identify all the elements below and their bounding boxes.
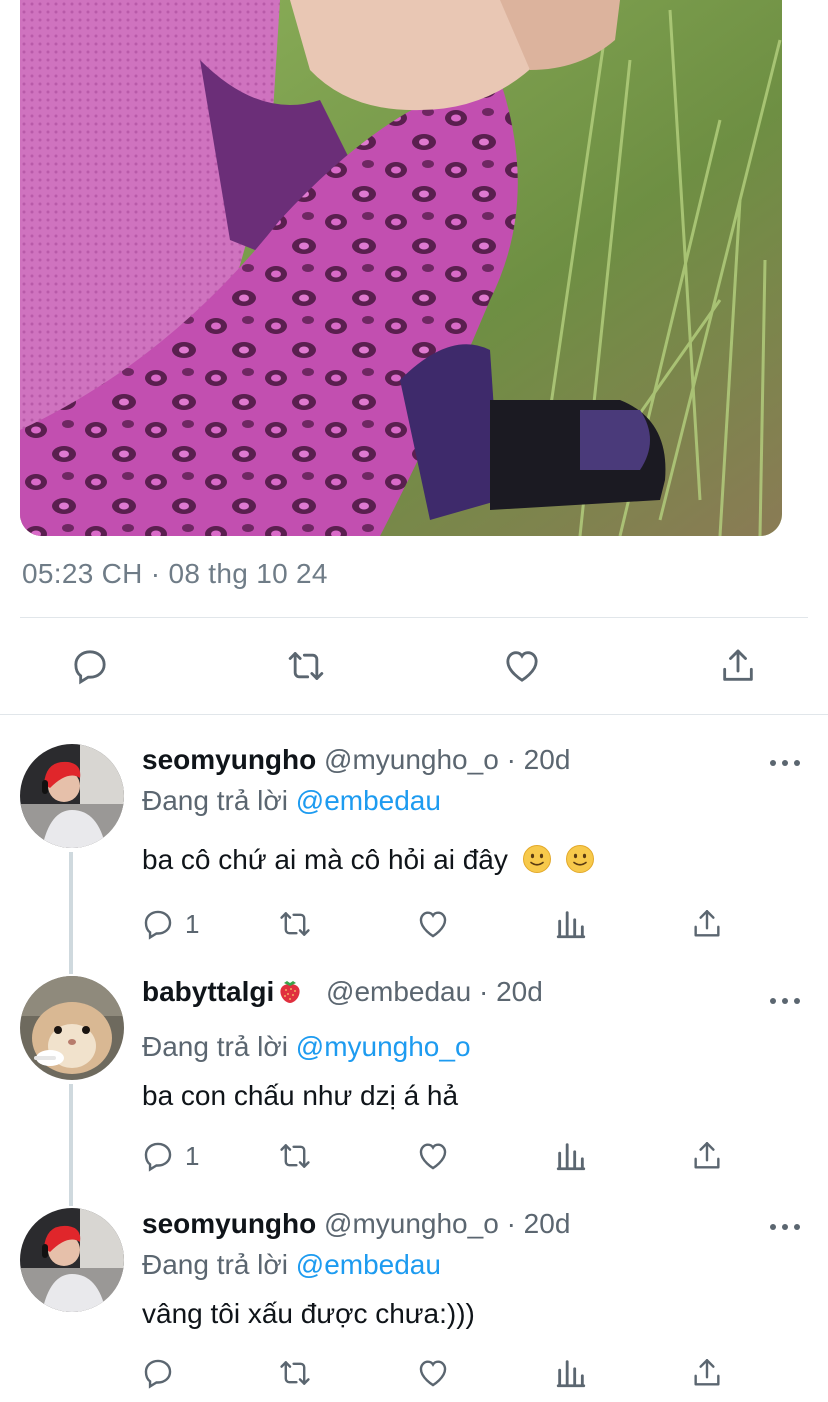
reply-header: seomyungho @myungho_o · 20d: [142, 744, 570, 776]
reply-text: ba con chấu như dzị á hả: [142, 1080, 458, 1112]
reply-text: ba cô chứ ai mà cô hỏi ai đây: [142, 844, 595, 876]
replying-to-label: Đang trả lời: [142, 1249, 288, 1280]
mention-link[interactable]: @myungho_o: [296, 1031, 471, 1062]
views-button[interactable]: [554, 902, 588, 946]
views-button[interactable]: [554, 1134, 588, 1178]
heart-icon: [506, 651, 538, 682]
reply-item[interactable]: babyttalgi @embedau · 20d Đang trả lời @…: [0, 976, 828, 1196]
retweet-icon: [288, 652, 324, 680]
reply-button[interactable]: [68, 644, 112, 688]
reply-count: 1: [185, 908, 200, 939]
heart-icon: [419, 911, 447, 938]
retweet-icon: [280, 912, 310, 936]
reply-icon: [74, 650, 106, 685]
replying-to: Đang trả lời @myungho_o: [142, 1031, 471, 1063]
reply-action-bar: 1: [0, 902, 828, 952]
reply-button[interactable]: 1: [141, 902, 199, 946]
share-icon: [694, 1359, 720, 1386]
mention-link[interactable]: @embedau: [296, 1249, 441, 1280]
slightly-smiling-face-emoji-icon: [566, 845, 595, 873]
user-avatar-image: [20, 744, 124, 848]
share-button[interactable]: [690, 1134, 724, 1178]
slightly-smiling-face-emoji-icon: [522, 845, 551, 873]
analytics-icon: [556, 1143, 586, 1171]
replying-to-label: Đang trả lời: [142, 1031, 288, 1062]
reply-text-content: ba cô chứ ai mà cô hỏi ai đây: [142, 844, 508, 875]
retweet-button[interactable]: [284, 644, 328, 688]
like-button[interactable]: [500, 644, 544, 688]
retweet-icon: [280, 1144, 310, 1168]
like-button[interactable]: [416, 1134, 450, 1178]
avatar[interactable]: [20, 744, 124, 848]
reply-age: 20d: [523, 744, 571, 775]
strawberry-emoji-icon: [280, 981, 300, 1003]
user-handle[interactable]: @embedau: [326, 976, 471, 1007]
more-options-button[interactable]: [770, 991, 800, 1011]
separator-dot: ·: [506, 744, 516, 775]
reply-item[interactable]: seomyungho @myungho_o · 20d Đang trả lời…: [0, 744, 828, 964]
like-button[interactable]: [416, 902, 450, 946]
tweet-photo[interactable]: [20, 0, 782, 536]
retweet-button[interactable]: [278, 1134, 312, 1178]
reply-age: 20d: [496, 976, 543, 1007]
retweet-button[interactable]: [278, 902, 312, 946]
reply-button[interactable]: 1: [141, 1134, 199, 1178]
heart-icon: [419, 1143, 447, 1170]
reply-text-content: ba con chấu như dzị á hả: [142, 1080, 459, 1111]
user-avatar-image: [20, 1208, 124, 1312]
like-button[interactable]: [416, 1351, 450, 1395]
views-button[interactable]: [554, 1351, 588, 1395]
heart-icon: [419, 1360, 447, 1387]
display-name[interactable]: babyttalgi: [142, 976, 274, 1007]
mention-link[interactable]: @embedau: [296, 785, 441, 816]
reply-count: 1: [185, 1140, 200, 1171]
replying-to: Đang trả lời @embedau: [142, 1249, 441, 1281]
reply-button[interactable]: [141, 1351, 185, 1395]
tweet-timestamp: 05:23 CH · 08 thg 10 24: [22, 558, 328, 589]
tweet-action-bar: [0, 636, 828, 696]
reply-header: babyttalgi @embedau · 20d: [142, 976, 543, 1008]
share-button[interactable]: [690, 902, 724, 946]
more-options-button[interactable]: [770, 753, 800, 773]
share-icon: [694, 910, 720, 937]
share-button[interactable]: [716, 644, 760, 688]
avatar[interactable]: [20, 1208, 124, 1312]
user-handle[interactable]: @myungho_o: [324, 1208, 499, 1239]
reply-action-bar: [0, 1351, 828, 1401]
share-icon: [723, 649, 753, 681]
analytics-icon: [556, 911, 586, 939]
share-icon: [694, 1142, 720, 1169]
reply-header: seomyungho @myungho_o · 20d: [142, 1208, 570, 1240]
reply-icon: [144, 1359, 172, 1389]
display-name[interactable]: seomyungho: [142, 1208, 316, 1239]
reply-icon: [144, 910, 172, 940]
reply-action-bar: 1: [0, 1134, 828, 1184]
separator-dot: ·: [506, 1208, 516, 1239]
reply-icon: [144, 1142, 172, 1172]
divider: [0, 714, 828, 715]
reply-age: 20d: [523, 1208, 571, 1239]
separator-dot: ·: [478, 976, 489, 1007]
retweet-icon: [280, 1361, 310, 1385]
reply-text: vâng tôi xấu được chưa:))): [142, 1298, 475, 1330]
replying-to-label: Đang trả lời: [142, 785, 288, 816]
avatar[interactable]: [20, 976, 124, 1080]
display-name[interactable]: seomyungho: [142, 744, 316, 775]
reply-item[interactable]: seomyungho @myungho_o · 20d Đang trả lời…: [0, 1208, 828, 1402]
share-button[interactable]: [690, 1351, 724, 1395]
retweet-button[interactable]: [278, 1351, 312, 1395]
analytics-icon: [556, 1360, 586, 1388]
reply-text-content: vâng tôi xấu được chưa:))): [142, 1298, 475, 1329]
replying-to: Đang trả lời @embedau: [142, 785, 441, 817]
photo-illustration: [20, 0, 782, 536]
divider: [20, 617, 808, 618]
user-avatar-image: [20, 976, 124, 1080]
user-handle[interactable]: @myungho_o: [324, 744, 499, 775]
more-options-button[interactable]: [770, 1217, 800, 1237]
